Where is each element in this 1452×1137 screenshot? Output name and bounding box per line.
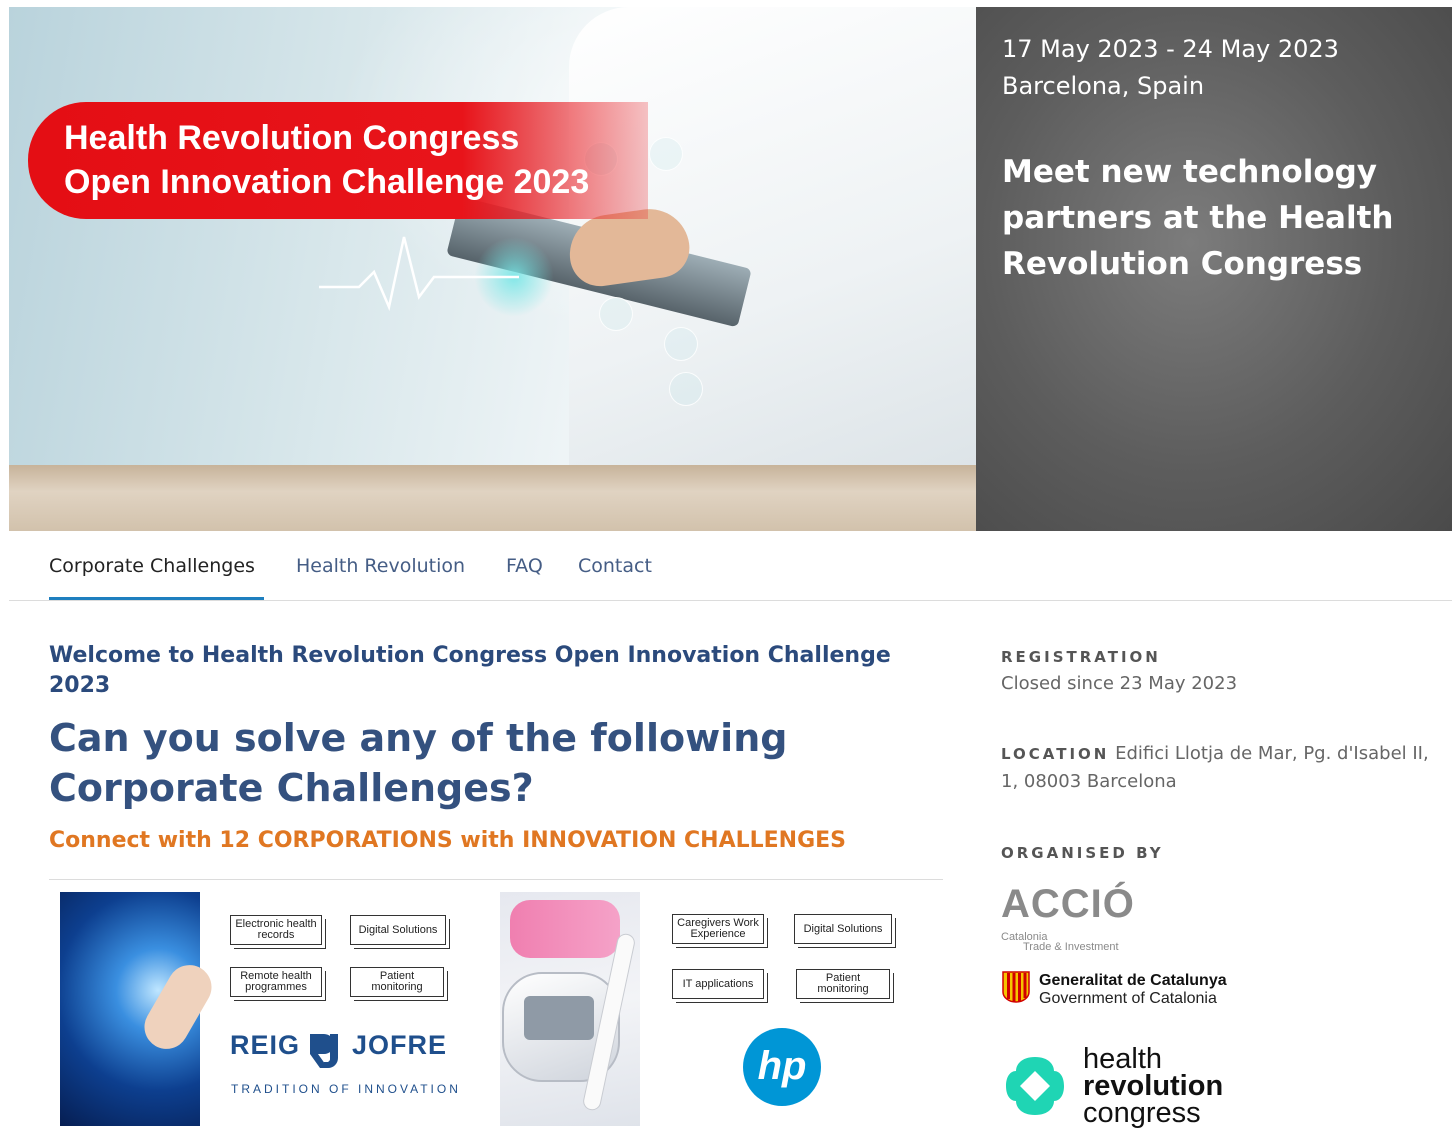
finger-shape: [136, 957, 220, 1057]
challenge-tag: Caregivers Work Experience: [672, 914, 764, 944]
gencat-name[interactable]: Generalitat de Catalunya: [1039, 972, 1227, 990]
jofre-logo-text: JOFRE: [352, 1030, 448, 1060]
connect-subheading: Connect with 12 CORPORATIONS with INNOVA…: [49, 828, 847, 853]
desk-surface: [9, 465, 976, 531]
active-tab-indicator: [49, 597, 264, 600]
location-block: LOCATION Edifici Llotja de Mar, Pg. d'Is…: [1001, 740, 1431, 796]
tab-faq[interactable]: FAQ: [506, 555, 543, 577]
hex-icon: [669, 372, 703, 406]
hex-icon: [664, 327, 698, 361]
tab-health-revolution[interactable]: Health Revolution: [296, 555, 465, 577]
heartbeat-icon: [319, 236, 519, 312]
challenge-tag: Digital Solutions: [350, 915, 446, 945]
pillbox-shape: [510, 900, 620, 958]
hex-icon: [649, 137, 683, 171]
reig-jofre-mark-icon: [310, 1034, 338, 1068]
registration-status: Closed since 23 May 2023: [1001, 673, 1238, 694]
hero-title-line2: Open Innovation Challenge 2023: [64, 163, 590, 201]
hrc-logo-line2: revolution: [1083, 1070, 1224, 1102]
reig-logo-text: REIG: [230, 1030, 301, 1060]
organised-by-label: ORGANISED BY: [1001, 844, 1164, 862]
challenge-image-glucose-meter[interactable]: [500, 892, 640, 1126]
tab-contact[interactable]: Contact: [578, 555, 652, 577]
challenge-tag: Electronic health records: [230, 915, 322, 945]
accio-logo[interactable]: ACCIÓ: [1001, 882, 1135, 927]
hero-info-panel: 17 May 2023 - 24 May 2023 Barcelona, Spa…: [976, 7, 1452, 531]
meter-screen-shape: [524, 996, 594, 1040]
hex-icon: [599, 297, 633, 331]
event-location: Barcelona, Spain: [1002, 72, 1205, 100]
health-revolution-congress-icon: [1006, 1057, 1064, 1115]
registration-label: REGISTRATION: [1001, 648, 1161, 666]
gencat-flag-icon: [1002, 971, 1030, 1003]
challenge-tag: Digital Solutions: [794, 914, 892, 944]
hp-logo[interactable]: hp: [742, 1027, 822, 1107]
welcome-heading: Welcome to Health Revolution Congress Op…: [49, 643, 891, 698]
tab-navigation: Corporate Challenges Health Revolution F…: [9, 540, 1452, 601]
reig-jofre-tagline: TRADITION OF INNOVATION: [231, 1082, 461, 1096]
challenge-tag: Patient monitoring: [796, 969, 890, 999]
accio-subtitle-2: Trade & Investment: [1023, 941, 1119, 953]
location-label: LOCATION: [1001, 745, 1110, 763]
health-revolution-congress-logo[interactable]: health revolution congress: [1083, 1043, 1224, 1129]
hrc-logo-line1: health: [1083, 1043, 1163, 1075]
hero-banner: Health Revolution Congress Open Innovati…: [9, 7, 1452, 531]
section-divider: [49, 879, 943, 880]
challenge-tag: IT applications: [672, 969, 764, 999]
challenge-tag: Remote health programmes: [230, 967, 322, 997]
hero-title-badge: Health Revolution Congress Open Innovati…: [28, 102, 648, 219]
event-dates: 17 May 2023 - 24 May 2023: [1002, 35, 1339, 63]
tab-corporate-challenges[interactable]: Corporate Challenges: [49, 555, 255, 577]
challenge-tag: Patient monitoring: [350, 967, 444, 997]
page-title: Can you solve any of the following Corpo…: [49, 716, 788, 810]
hrc-logo-line3: congress: [1083, 1097, 1201, 1129]
gencat-name-english: Government of Catalonia: [1039, 990, 1217, 1007]
hp-logo-text: hp: [758, 1044, 807, 1088]
challenge-image-digital-health[interactable]: [60, 892, 220, 1126]
hero-title-line1: Health Revolution Congress: [64, 119, 520, 157]
hero-image-doctor: [9, 7, 976, 531]
hero-tagline: Meet new technology partners at the Heal…: [1002, 154, 1394, 282]
